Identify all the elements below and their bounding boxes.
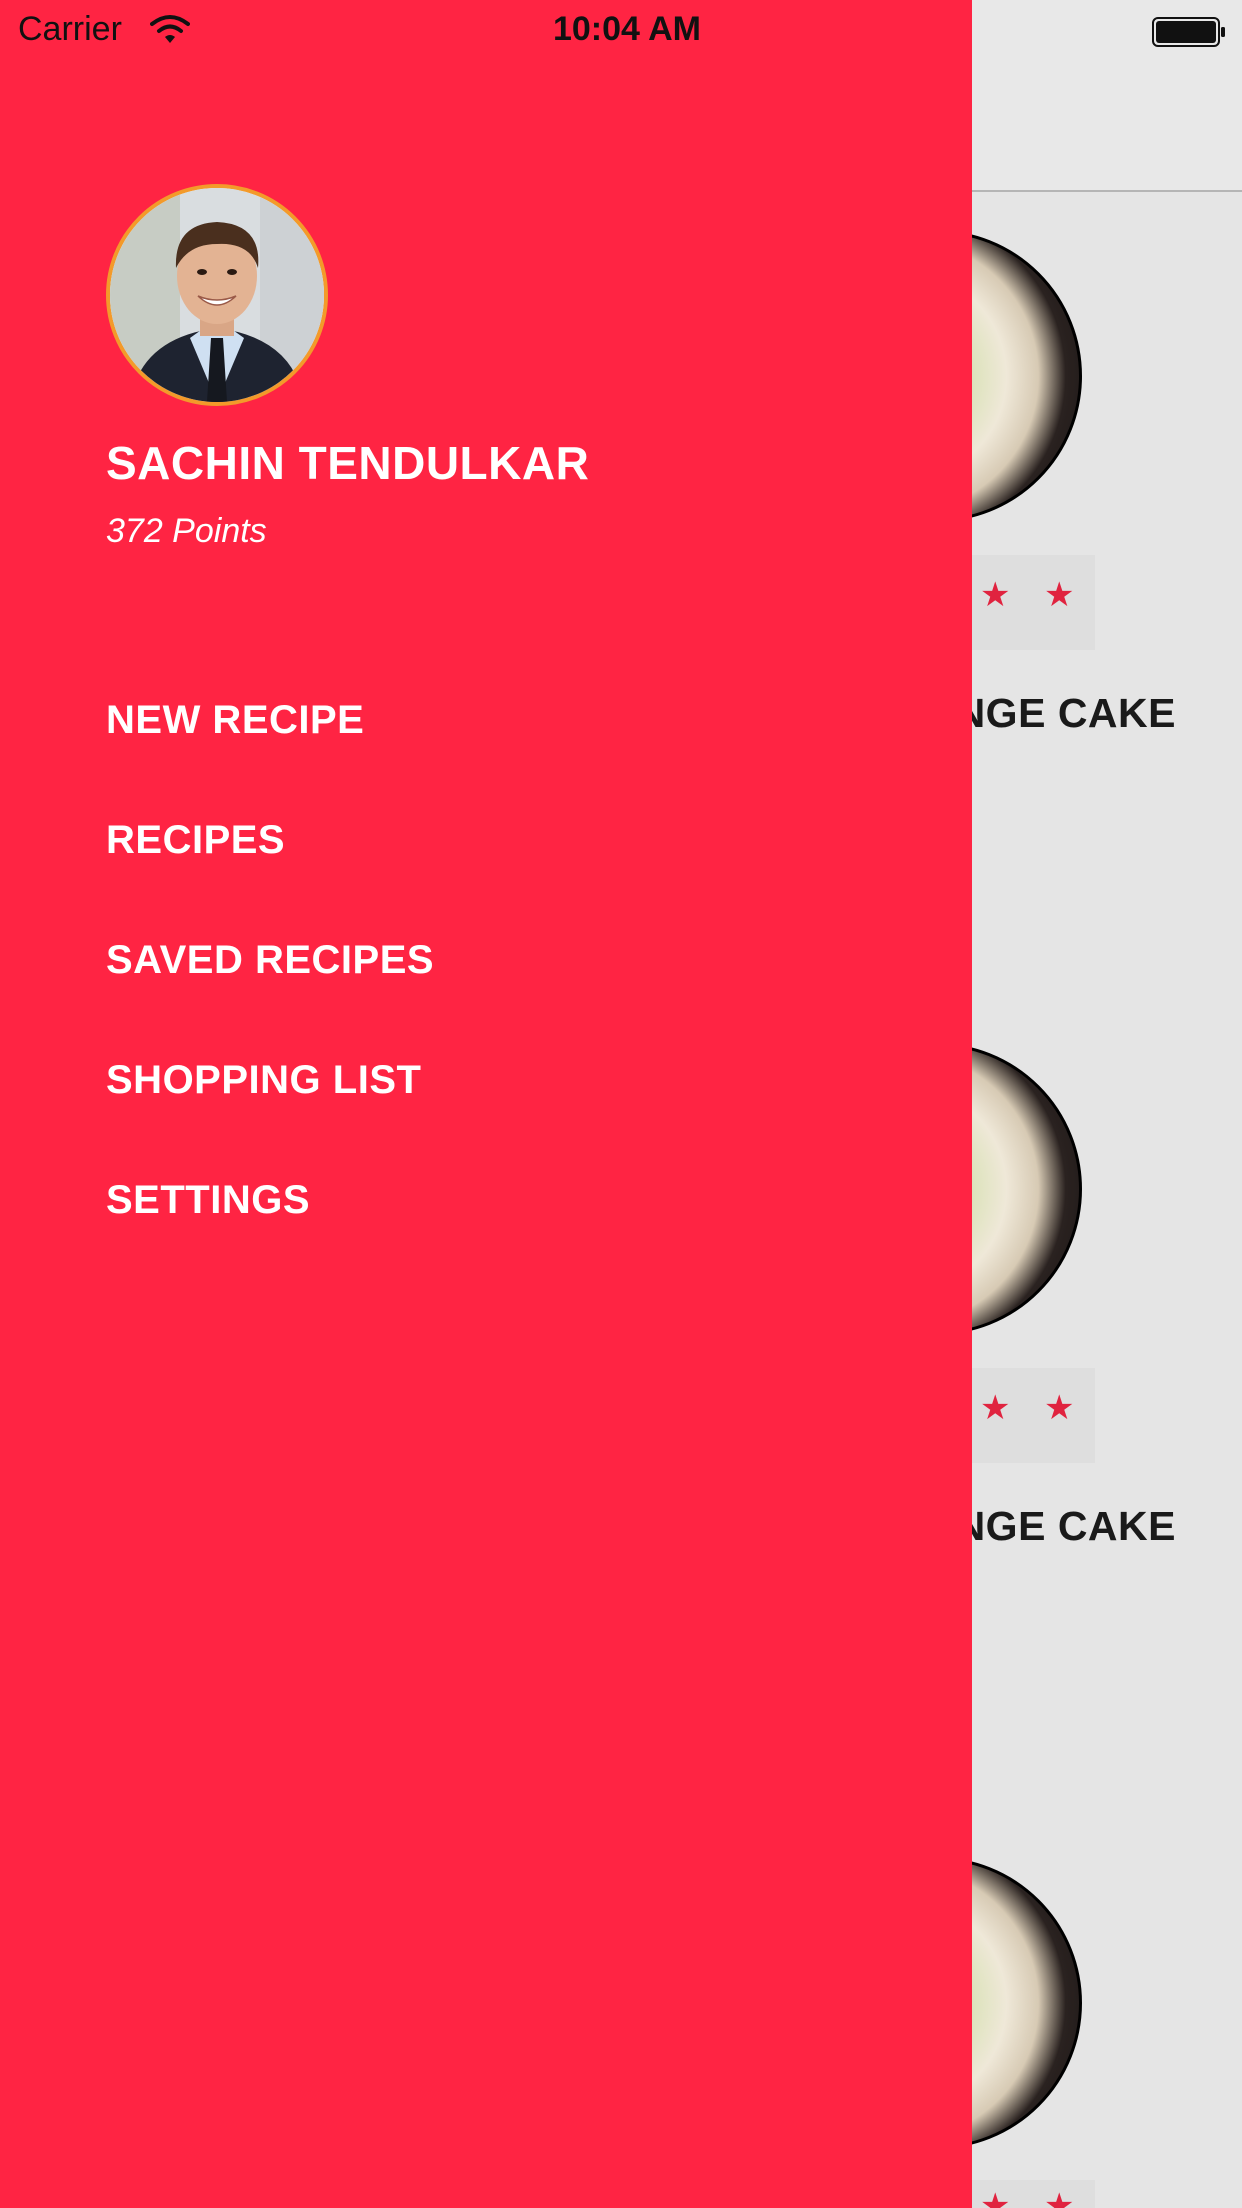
star-icon: ★ [980, 2186, 1011, 2208]
profile-name: SACHIN TENDULKAR [106, 437, 590, 489]
status-time: 10:04 AM [552, 10, 702, 48]
menu-item-label: SAVED RECIPES [106, 937, 435, 982]
profile-points: 372 Points [106, 512, 267, 550]
menu-item-recipes[interactable]: RECIPES [106, 780, 806, 900]
menu-item-label: RECIPES [106, 817, 286, 862]
star-icon: ★ [980, 575, 1011, 615]
menu-item-new-recipe[interactable]: NEW RECIPE [106, 660, 806, 780]
menu-item-shopping-list[interactable]: SHOPPING LIST [106, 1020, 806, 1140]
user-photo-icon [110, 188, 324, 402]
star-icon: ★ [1044, 1388, 1075, 1428]
drawer-menu: NEW RECIPE RECIPES SAVED RECIPES SHOPPIN… [106, 660, 806, 1260]
star-icon: ★ [1044, 2186, 1075, 2208]
star-icon: ★ [980, 1388, 1011, 1428]
menu-item-saved-recipes[interactable]: SAVED RECIPES [106, 900, 806, 1020]
star-icon: ★ [1044, 575, 1075, 615]
rating-stars-2: ★ ★ [960, 1368, 1095, 1463]
side-drawer: SACHIN TENDULKAR 372 Points NEW RECIPE R… [0, 0, 972, 2208]
menu-item-settings[interactable]: SETTINGS [106, 1140, 806, 1260]
rating-stars-1: ★ ★ [960, 555, 1095, 650]
menu-item-label: SETTINGS [106, 1177, 311, 1222]
menu-item-label: SHOPPING LIST [106, 1057, 422, 1102]
menu-item-label: NEW RECIPE [106, 697, 365, 742]
rating-stars-3: ★ ★ [960, 2180, 1095, 2208]
battery-icon [1152, 17, 1225, 47]
avatar[interactable] [106, 184, 328, 406]
